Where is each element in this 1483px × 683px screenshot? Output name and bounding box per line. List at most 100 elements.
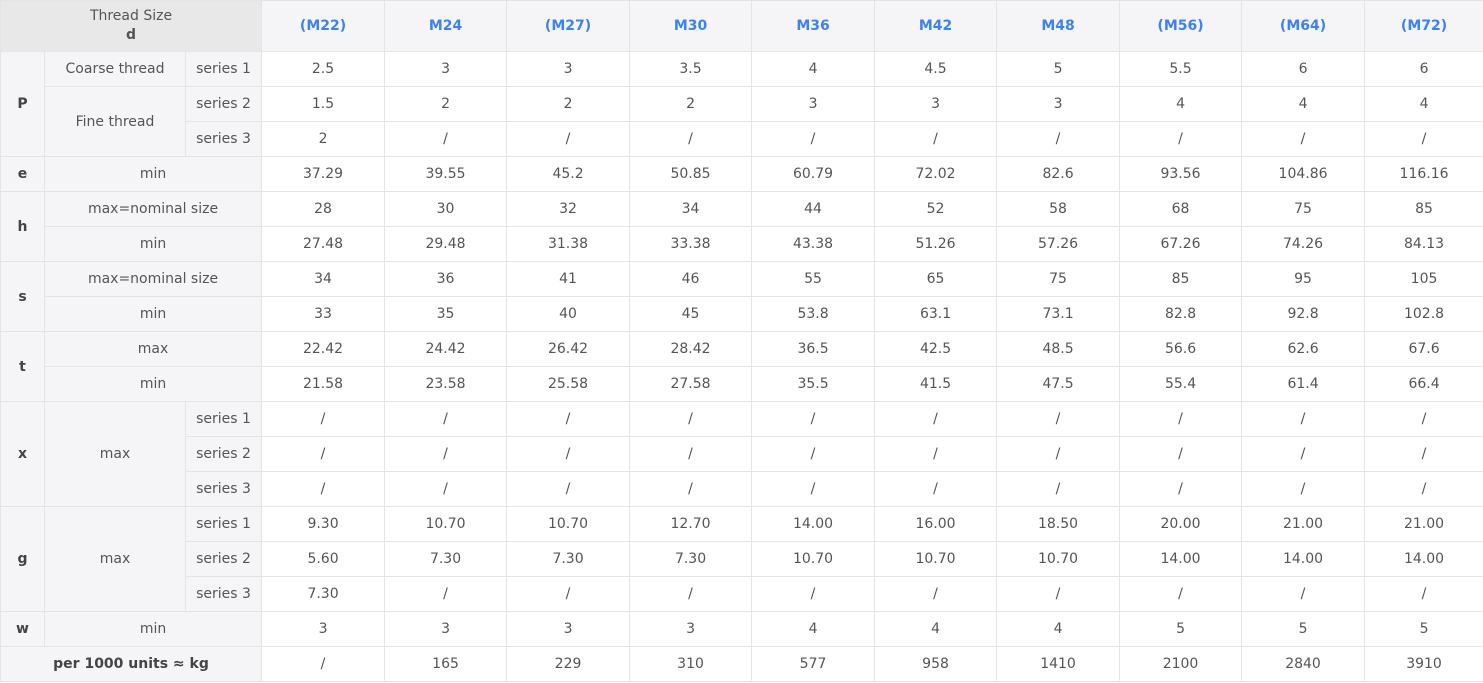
value-cell: 7.30 bbox=[506, 541, 631, 577]
h-max-row: h max=nominal size 28 30 32 34 44 52 58 … bbox=[0, 191, 1483, 262]
value-cell: / bbox=[384, 436, 508, 472]
value-cell: 14.00 bbox=[1119, 541, 1243, 577]
value-cell: 33 bbox=[261, 296, 386, 332]
g-series1-row: g max series 1 9.30 10.70 10.70 12.70 14… bbox=[0, 506, 1483, 612]
value-cell: 3 bbox=[629, 611, 753, 647]
value-cell: 65 bbox=[874, 261, 998, 297]
value-cell: 14.00 bbox=[1241, 541, 1366, 577]
size-header: M30 bbox=[629, 0, 753, 52]
value-cell: / bbox=[751, 436, 876, 472]
value-cell: 44 bbox=[751, 191, 876, 227]
size-header: (M72) bbox=[1364, 0, 1483, 52]
value-cell: 22.42 bbox=[261, 331, 386, 367]
value-cell: 2 bbox=[506, 86, 631, 122]
value-cell: / bbox=[751, 576, 876, 612]
value-cell: 116.16 bbox=[1364, 156, 1483, 192]
min-label: min bbox=[43, 296, 263, 332]
fine-thread-label: Fine thread bbox=[44, 86, 186, 157]
value-cell: 12.70 bbox=[629, 506, 753, 542]
value-cell: 84.13 bbox=[1364, 226, 1483, 262]
value-cell: 61.4 bbox=[1241, 366, 1366, 402]
value-cell: 68 bbox=[1119, 191, 1243, 227]
value-cell: 958 bbox=[874, 646, 998, 682]
value-cell: 5 bbox=[1119, 611, 1243, 647]
value-cell: 3 bbox=[384, 51, 508, 87]
value-cell: / bbox=[1241, 576, 1366, 612]
value-cell: 66.4 bbox=[1364, 366, 1483, 402]
series-label: series 2 bbox=[184, 86, 263, 122]
value-cell: 33.38 bbox=[629, 226, 753, 262]
value-cell: 28.42 bbox=[629, 331, 753, 367]
value-cell: 2 bbox=[261, 121, 386, 157]
value-cell: / bbox=[1241, 471, 1366, 507]
value-cell: 85 bbox=[1364, 191, 1483, 227]
series-label: series 1 bbox=[184, 506, 263, 542]
value-cell: 229 bbox=[506, 646, 631, 682]
w-symbol: w bbox=[0, 611, 45, 647]
value-cell: 51.26 bbox=[874, 226, 998, 262]
value-cell: 31.38 bbox=[506, 226, 631, 262]
value-cell: 7.30 bbox=[384, 541, 508, 577]
value-cell: / bbox=[261, 471, 386, 507]
t-symbol: t bbox=[0, 331, 45, 402]
value-cell: 165 bbox=[384, 646, 508, 682]
value-cell: 16.00 bbox=[874, 506, 998, 542]
value-cell: 4 bbox=[1364, 86, 1483, 122]
value-cell: 35.5 bbox=[751, 366, 876, 402]
value-cell: 2100 bbox=[1119, 646, 1243, 682]
value-cell: 3.5 bbox=[629, 51, 753, 87]
value-cell: 5.5 bbox=[1119, 51, 1243, 87]
value-cell: 50.85 bbox=[629, 156, 753, 192]
value-cell: 10.70 bbox=[384, 506, 508, 542]
value-cell: 35 bbox=[384, 296, 508, 332]
value-cell: 43.38 bbox=[751, 226, 876, 262]
value-cell: 4 bbox=[751, 611, 876, 647]
value-cell: / bbox=[1364, 436, 1483, 472]
value-cell: 67.6 bbox=[1364, 331, 1483, 367]
value-cell: 32 bbox=[506, 191, 631, 227]
value-cell: / bbox=[1119, 576, 1243, 612]
value-cell: 5 bbox=[1241, 611, 1366, 647]
value-cell: 45 bbox=[629, 296, 753, 332]
value-cell: / bbox=[384, 576, 508, 612]
value-cell: / bbox=[874, 401, 998, 437]
value-cell: / bbox=[506, 576, 631, 612]
max-label: max bbox=[44, 506, 186, 612]
value-cell: 18.50 bbox=[996, 506, 1121, 542]
value-cell: 1.5 bbox=[261, 86, 386, 122]
value-cell: 34 bbox=[261, 261, 386, 297]
value-cell: 36 bbox=[384, 261, 508, 297]
size-header: M42 bbox=[874, 0, 998, 52]
value-cell: 10.70 bbox=[874, 541, 998, 577]
value-cell: 93.56 bbox=[1119, 156, 1243, 192]
header-row: Thread Size d (M22) M24 (M27) M30 M36 M4… bbox=[0, 0, 1483, 52]
t-min-row: min 21.58 23.58 25.58 27.58 35.5 41.5 47… bbox=[1, 366, 1483, 402]
value-cell: 48.5 bbox=[996, 331, 1121, 367]
value-cell: / bbox=[1119, 401, 1243, 437]
value-cell: 6 bbox=[1241, 51, 1366, 87]
max-label: max bbox=[43, 331, 263, 367]
value-cell: / bbox=[384, 401, 508, 437]
min-label: min bbox=[43, 366, 263, 402]
value-cell: / bbox=[506, 436, 631, 472]
e-symbol: e bbox=[0, 156, 45, 192]
value-cell: / bbox=[629, 576, 753, 612]
value-cell: 29.48 bbox=[384, 226, 508, 262]
series-label: series 1 bbox=[184, 51, 263, 87]
value-cell: / bbox=[1364, 471, 1483, 507]
x-series2-row: series 2 / / / / / / / / / / bbox=[1, 436, 1483, 472]
value-cell: 55.4 bbox=[1119, 366, 1243, 402]
series-label: series 1 bbox=[184, 401, 263, 437]
value-cell: 74.26 bbox=[1241, 226, 1366, 262]
value-cell: 62.6 bbox=[1241, 331, 1366, 367]
value-cell: 10.70 bbox=[751, 541, 876, 577]
s-min-row: min 33 35 40 45 53.8 63.1 73.1 82.8 92.8… bbox=[1, 296, 1483, 332]
value-cell: 85 bbox=[1119, 261, 1243, 297]
value-cell: 3 bbox=[874, 86, 998, 122]
value-cell: 104.86 bbox=[1241, 156, 1366, 192]
series-label: series 3 bbox=[184, 121, 263, 157]
value-cell: / bbox=[261, 401, 386, 437]
value-cell: / bbox=[506, 471, 631, 507]
value-cell: 30 bbox=[384, 191, 508, 227]
value-cell: 7.30 bbox=[261, 576, 386, 612]
